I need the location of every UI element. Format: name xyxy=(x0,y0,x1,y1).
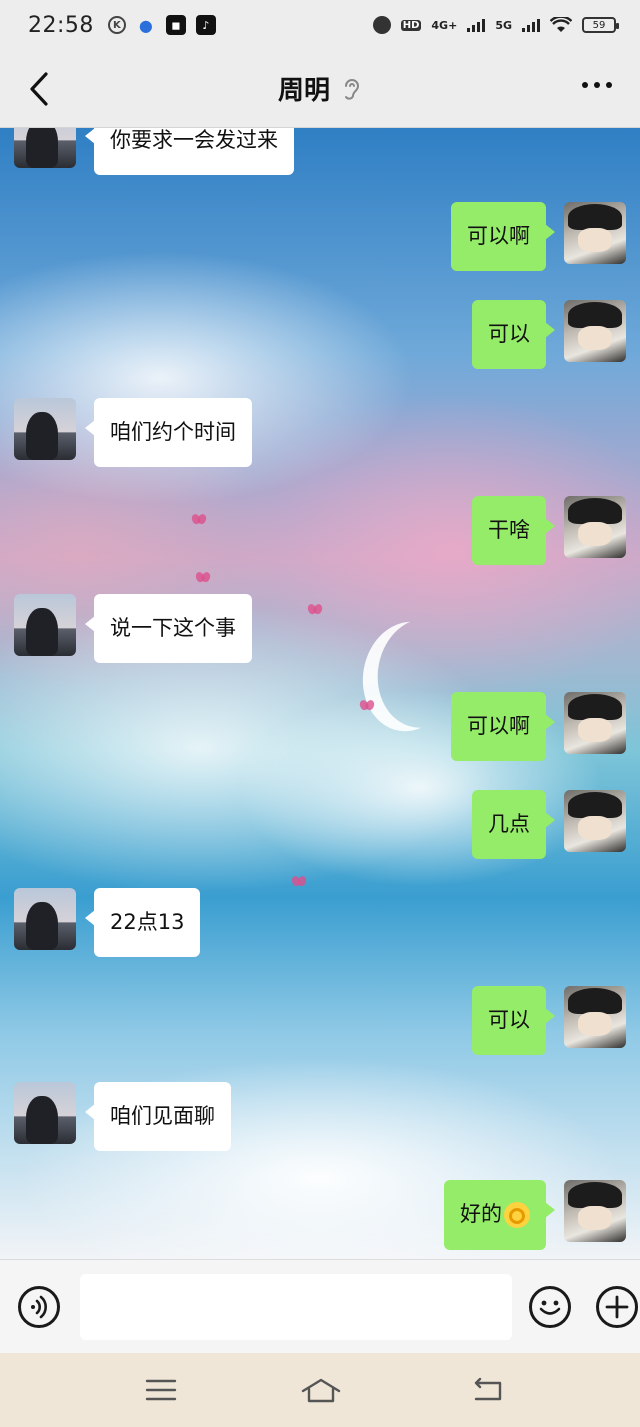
message-bubble[interactable]: 几点 xyxy=(472,790,555,860)
status-bar: 22:58 K ● ◼ ♪ HD 4G+ 5G 59 xyxy=(0,0,640,50)
message-bubble[interactable]: 可以 xyxy=(472,300,555,370)
more-options-button[interactable] xyxy=(582,82,612,88)
my-avatar[interactable] xyxy=(564,496,626,558)
message-bubble[interactable]: 干啥 xyxy=(472,496,555,566)
k-icon: K xyxy=(107,16,126,34)
alarm-icon xyxy=(372,16,391,34)
message-row: 说一下这个事 xyxy=(14,594,252,664)
net-4g-label: 4G+ xyxy=(431,18,458,32)
input-bar xyxy=(0,1259,640,1353)
message-row: 可以啊 xyxy=(451,202,626,272)
title-wrap: 周明 xyxy=(278,70,362,107)
message-row: 22点13 xyxy=(14,888,201,958)
message-row: 你要求一会发过来 xyxy=(14,128,294,176)
message-row: 几点 xyxy=(472,790,626,860)
contact-avatar[interactable] xyxy=(14,128,76,168)
contact-avatar[interactable] xyxy=(14,1082,76,1144)
paw-icon: ● xyxy=(138,15,153,35)
message-text: 好的 xyxy=(460,1202,502,1226)
message-bubble[interactable]: 22点13 xyxy=(84,888,201,958)
system-nav-bar xyxy=(0,1353,640,1427)
smiley-icon xyxy=(539,1300,561,1315)
message-input[interactable] xyxy=(80,1274,512,1340)
menu-icon[interactable] xyxy=(144,1375,178,1405)
dot-icon xyxy=(606,82,612,88)
chat-header: 周明 xyxy=(0,50,640,128)
status-notification-icons: K ● ◼ ♪ xyxy=(107,15,216,35)
battery-icon: 59 xyxy=(582,17,619,33)
message-row: 可以啊 xyxy=(451,692,626,762)
voice-icon xyxy=(31,1295,47,1319)
home-icon[interactable] xyxy=(300,1375,342,1405)
message-bubble[interactable]: 说一下这个事 xyxy=(85,594,252,664)
butterfly-decoration xyxy=(308,604,322,616)
message-row: 可以 xyxy=(472,300,626,370)
dot-icon xyxy=(582,82,588,88)
wifi-icon xyxy=(550,17,572,32)
emoji-button[interactable] xyxy=(529,1286,571,1328)
my-avatar[interactable] xyxy=(564,1180,626,1242)
dot-icon xyxy=(594,82,600,88)
chat-area[interactable]: 你要求一会发过来 可以啊 可以 咱们约个时间 干啥 说一下这个事 可以啊 几点 … xyxy=(0,128,640,1259)
message-bubble[interactable]: 咱们约个时间 xyxy=(85,398,252,468)
message-bubble[interactable]: 咱们见面聊 xyxy=(85,1082,231,1152)
contact-avatar[interactable] xyxy=(14,594,76,656)
signal-4g-icon xyxy=(467,18,486,32)
status-right: HD 4G+ 5G 59 xyxy=(372,16,619,34)
butterfly-decoration xyxy=(196,572,210,584)
signal-5g-icon xyxy=(522,18,540,32)
ok-hand-emoji xyxy=(504,1202,530,1228)
back-icon[interactable] xyxy=(24,70,58,108)
message-row: 可以 xyxy=(472,986,626,1056)
message-bubble[interactable]: 可以啊 xyxy=(451,692,555,762)
message-row: 咱们见面聊 xyxy=(14,1082,231,1152)
contact-avatar[interactable] xyxy=(14,398,76,460)
page-title: 周明 xyxy=(277,76,330,106)
net-5g-label: 5G xyxy=(495,18,512,32)
app-icon: ◼ xyxy=(165,15,186,35)
nav-back-icon[interactable] xyxy=(470,1375,504,1405)
my-avatar[interactable] xyxy=(564,986,626,1048)
message-bubble[interactable]: 你要求一会发过来 xyxy=(85,128,294,176)
butterfly-decoration xyxy=(292,876,306,888)
message-row: 好的 xyxy=(444,1180,626,1250)
battery-level: 59 xyxy=(592,19,606,31)
message-bubble[interactable]: 可以 xyxy=(472,986,555,1056)
my-avatar[interactable] xyxy=(564,790,626,852)
hd-badge: HD xyxy=(400,19,422,31)
message-bubble[interactable]: 可以啊 xyxy=(451,202,555,272)
plus-icon xyxy=(605,1295,629,1319)
butterfly-decoration xyxy=(192,514,206,526)
contact-avatar[interactable] xyxy=(14,888,76,950)
my-avatar[interactable] xyxy=(564,202,626,264)
butterfly-decoration xyxy=(360,700,374,712)
message-bubble[interactable]: 好的 xyxy=(444,1180,555,1250)
status-time: 22:58 xyxy=(28,12,94,38)
earpiece-mode-icon xyxy=(345,78,360,100)
more-functions-button[interactable] xyxy=(596,1286,638,1328)
my-avatar[interactable] xyxy=(564,692,626,754)
my-avatar[interactable] xyxy=(564,300,626,362)
tiktok-icon: ♪ xyxy=(195,15,216,35)
voice-button[interactable] xyxy=(18,1286,60,1328)
message-row: 干啥 xyxy=(472,496,626,566)
message-row: 咱们约个时间 xyxy=(14,398,252,468)
